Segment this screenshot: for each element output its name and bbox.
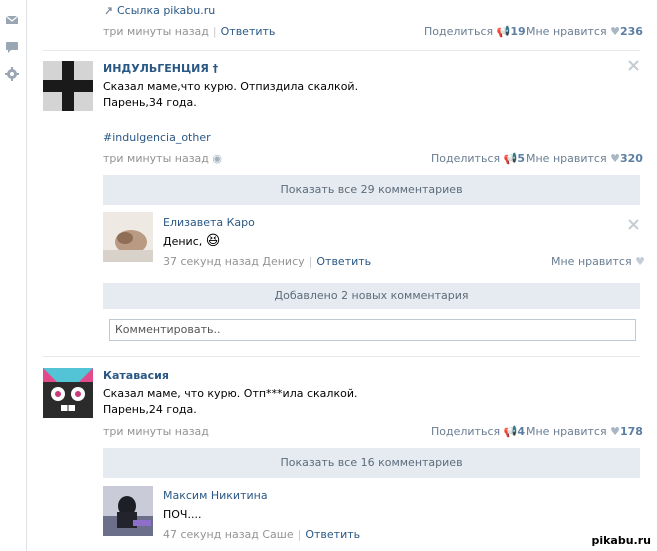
post-text: Сказал маме, что курю. Отп***ила скалкой… <box>103 387 358 416</box>
cat-avatar-image <box>43 368 93 418</box>
like-button[interactable]: Мне нравится ♥320 <box>526 152 643 165</box>
comment-input[interactable] <box>110 320 635 338</box>
post-time[interactable]: три минуты назад <box>103 152 209 165</box>
post-divider <box>43 356 640 357</box>
post-author-avatar[interactable] <box>43 61 93 111</box>
post-author[interactable]: Катавасия <box>103 369 169 382</box>
attached-link[interactable]: Ссылка pikabu.ru <box>117 4 215 17</box>
photo-avatar-image <box>103 486 153 536</box>
heart-icon: ♥ <box>610 425 620 438</box>
megaphone-icon: 📢 <box>503 152 518 165</box>
close-icon[interactable] <box>628 219 639 230</box>
post-text: Сказал маме,что курю. Отпиздила скалкой.… <box>103 80 359 109</box>
post-meta: три минуты назад ◉ <box>103 152 222 165</box>
post-author[interactable]: ИНДУЛЬГЕНЦИЯ † <box>103 62 218 75</box>
post-time[interactable]: три минуты назад <box>103 425 209 438</box>
comment-text: Денис, 😆 <box>163 233 221 249</box>
android-icon: ◉ <box>212 152 223 165</box>
heart-icon: ♥ <box>635 255 645 268</box>
megaphone-icon: 📢 <box>503 425 518 438</box>
comment-text: ПОЧ.... <box>163 508 202 521</box>
cross-avatar-image <box>43 61 93 111</box>
photo-avatar-image <box>103 212 153 262</box>
comment-icon[interactable] <box>5 40 19 54</box>
comment-time[interactable]: 47 секунд назад Саше <box>163 528 294 541</box>
like-button[interactable]: Мне нравится ♥178 <box>526 425 643 438</box>
new-comments-button[interactable]: Добавлено 2 новых комментария <box>103 283 640 309</box>
megaphone-icon: 📢 <box>496 25 511 38</box>
hashtag-link[interactable]: #indulgencia_other <box>103 131 211 144</box>
show-all-comments-button[interactable]: Показать все 29 комментариев <box>103 175 640 205</box>
comment-meta: 47 секунд назад Саше | Ответить <box>163 528 361 541</box>
watermark: pikabu.ru <box>591 534 651 547</box>
share-button[interactable]: Поделиться 📢19 <box>424 25 526 38</box>
comment-like-button[interactable]: Мне нравится ♥ <box>551 255 645 268</box>
show-all-comments-button[interactable]: Показать все 16 комментариев <box>103 448 640 478</box>
comment-author-avatar[interactable] <box>103 486 153 536</box>
share-button[interactable]: Поделиться 📢4 <box>431 425 525 438</box>
gear-icon[interactable] <box>5 67 19 81</box>
comment-author[interactable]: Максим Никитина <box>163 489 268 502</box>
comment-author-avatar[interactable] <box>103 212 153 262</box>
laughing-emoji-icon: 😆 <box>205 233 221 249</box>
comment-input-wrapper <box>109 319 636 341</box>
link-arrow-icon <box>105 7 112 15</box>
share-button[interactable]: Поделиться 📢5 <box>431 152 525 165</box>
post-time[interactable]: три минуты назад <box>103 25 209 38</box>
left-sidebar <box>0 0 27 551</box>
post-author-avatar[interactable] <box>43 368 93 418</box>
heart-icon: ♥ <box>610 152 620 165</box>
like-button[interactable]: Мне нравится ♥236 <box>526 25 643 38</box>
heart-icon: ♥ <box>610 25 620 38</box>
comment-time[interactable]: 37 секунд назад Денису <box>163 255 305 268</box>
post-meta: три минуты назад | Ответить <box>103 25 276 38</box>
reply-link[interactable]: Ответить <box>305 528 360 541</box>
close-icon[interactable] <box>628 60 639 71</box>
comment-meta: 37 секунд назад Денису | Ответить <box>163 255 372 268</box>
news-feed: Ссылка pikabu.ru три минуты назад | Ответи… <box>27 0 657 551</box>
reply-link[interactable]: Ответить <box>221 25 276 38</box>
envelope-icon[interactable] <box>5 13 19 27</box>
comment-author[interactable]: Елизавета Каро <box>163 216 255 229</box>
reply-link[interactable]: Ответить <box>316 255 371 268</box>
post-divider <box>43 50 640 51</box>
